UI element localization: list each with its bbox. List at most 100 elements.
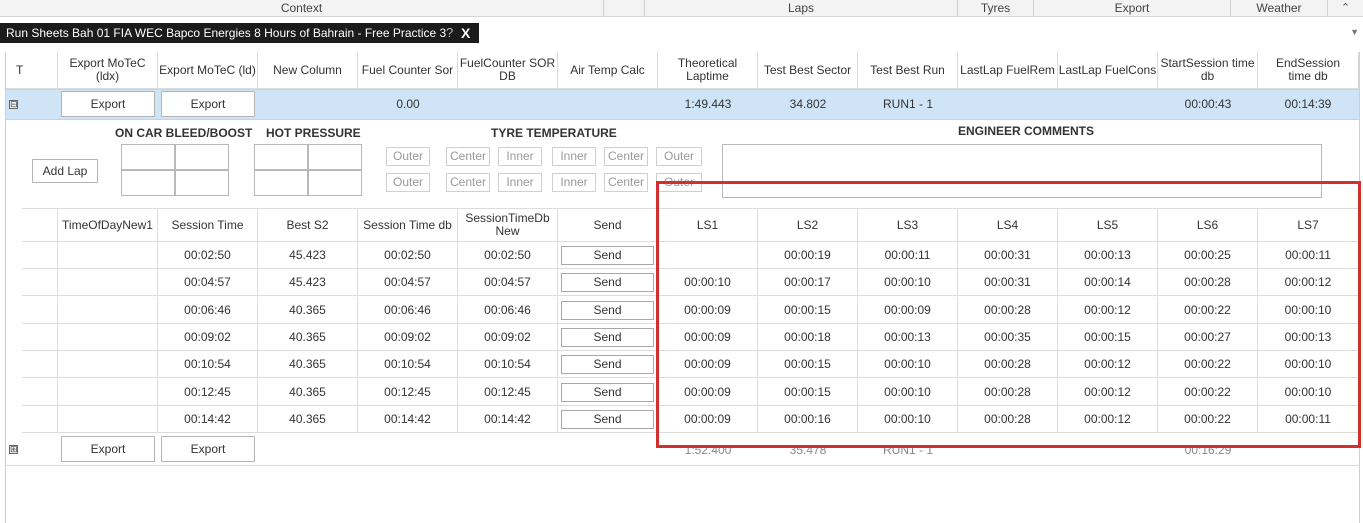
header-ls6[interactable]: LS6 [1158, 208, 1258, 242]
header-send[interactable]: Send [558, 208, 658, 242]
help-icon[interactable]: ? [446, 23, 453, 43]
tyre-outer-4[interactable]: Outer [656, 173, 702, 192]
lap-cell-blank [22, 324, 58, 351]
header-session-time-db-new[interactable]: SessionTimeDbNew [458, 208, 558, 242]
tyre-center-1[interactable]: Center [446, 147, 490, 166]
lap-time-of-day [58, 406, 158, 433]
lap-best-s2: 40.365 [258, 351, 358, 378]
run2-test-best-sector: 35.478 [789, 443, 827, 457]
lap-cell-blank [22, 379, 58, 406]
header-test-best-sector[interactable]: Test Best Sector [758, 52, 858, 89]
run2-export-ldx-button[interactable]: Export [61, 436, 155, 462]
lap-ls6: 00:00:22 [1158, 406, 1258, 433]
tyre-inner-1[interactable]: Inner [498, 147, 542, 166]
bleed-input-4[interactable] [175, 170, 229, 196]
lap-ls1: 00:00:09 [658, 379, 758, 406]
run2-export-ld-button[interactable]: Export [161, 436, 255, 462]
header-fuel-counter-sor[interactable]: Fuel Counter Sor [358, 52, 458, 89]
lap-session-time-db-new: 00:04:57 [458, 269, 558, 296]
header-session-time[interactable]: Session Time [158, 208, 258, 242]
send-button[interactable]: Send [561, 273, 654, 292]
tab-dropdown-icon[interactable]: ▼ [1350, 27, 1359, 37]
lap-session-time-db: 00:10:54 [358, 351, 458, 378]
hot-pressure-input-1[interactable] [254, 144, 308, 170]
header-lastlap-fuelcons[interactable]: LastLap FuelCons [1058, 52, 1158, 89]
header-lastlap-fuelrem[interactable]: LastLap FuelRem [958, 52, 1058, 89]
lap-ls5: 00:00:15 [1058, 324, 1158, 351]
hot-pressure-input-4[interactable] [308, 170, 362, 196]
bleed-input-1[interactable] [121, 144, 175, 170]
collapse-icon[interactable]: ⊟ [9, 100, 18, 109]
header-fuelcounter-sor-db[interactable]: FuelCounter SOR DB [458, 52, 558, 89]
category-tyres[interactable]: Tyres [958, 0, 1034, 17]
header-best-s2[interactable]: Best S2 [258, 208, 358, 242]
engineer-comments-field[interactable] [722, 144, 1322, 198]
export-ldx-button[interactable]: Export [61, 91, 155, 117]
tyre-inner-3[interactable]: Inner [498, 173, 542, 192]
header-ls2[interactable]: LS2 [758, 208, 858, 242]
header-new-column[interactable]: New Column [258, 52, 358, 89]
lap-ls7: 00:00:10 [1258, 351, 1359, 378]
hot-pressure-input-2[interactable] [308, 144, 362, 170]
header-session-time-db[interactable]: Session Time db [358, 208, 458, 242]
lap-best-s2: 40.365 [258, 379, 358, 406]
header-endsession-time-db[interactable]: EndSession time db [1258, 52, 1359, 89]
lap-time-of-day [58, 242, 158, 269]
add-lap-button[interactable]: Add Lap [32, 159, 98, 183]
send-button[interactable]: Send [561, 410, 654, 429]
bleed-input-2[interactable] [175, 144, 229, 170]
header-time-of-day[interactable]: TimeOfDayNew1 [58, 208, 158, 242]
header-ls7[interactable]: LS7 [1258, 208, 1359, 242]
tyre-outer-3[interactable]: Outer [386, 173, 430, 192]
send-button[interactable]: Send [561, 246, 654, 265]
send-button[interactable]: Send [561, 383, 654, 402]
header-export-motec-ld[interactable]: Export MoTeC (ld) [158, 52, 258, 89]
send-button[interactable]: Send [561, 301, 654, 320]
export-ld-button[interactable]: Export [161, 91, 255, 117]
lap-ls7: 00:00:11 [1258, 242, 1359, 269]
category-blank[interactable] [604, 0, 645, 17]
header-air-temp-calc[interactable]: Air Temp Calc [558, 52, 658, 89]
tyre-inner-2[interactable]: Inner [552, 147, 596, 166]
tyre-outer-2[interactable]: Outer [656, 147, 702, 166]
category-context[interactable]: Context [0, 0, 604, 17]
header-ls4[interactable]: LS4 [958, 208, 1058, 242]
tyre-inner-4[interactable]: Inner [552, 173, 596, 192]
grid-divider [6, 465, 1359, 466]
tyre-center-3[interactable]: Center [446, 173, 490, 192]
header-t[interactable]: T [6, 52, 58, 89]
lap-best-s2: 40.365 [258, 324, 358, 351]
header-export-motec-ldx[interactable]: Export MoTeC (ldx) [58, 52, 158, 89]
hot-pressure-input-3[interactable] [254, 170, 308, 196]
lap-time-of-day [58, 297, 158, 324]
category-weather[interactable]: Weather [1231, 0, 1328, 17]
lap-cell-blank [22, 351, 58, 378]
header-ls1[interactable]: LS1 [658, 208, 758, 242]
lap-ls2: 00:00:15 [758, 297, 858, 324]
header-startsession-time-db[interactable]: StartSession time db [1158, 52, 1258, 89]
send-button[interactable]: Send [561, 328, 654, 347]
close-icon[interactable]: X [461, 23, 470, 43]
lap-session-time: 00:14:42 [158, 406, 258, 433]
tyre-center-2[interactable]: Center [604, 147, 648, 166]
chevron-up-icon[interactable]: ⌃ [1328, 0, 1363, 17]
tyre-outer-1[interactable]: Outer [386, 147, 430, 166]
category-export[interactable]: Export [1034, 0, 1231, 17]
lap-ls6: 00:00:22 [1158, 379, 1258, 406]
expand-icon[interactable]: ⊞ [9, 445, 18, 454]
lap-ls6: 00:00:25 [1158, 242, 1258, 269]
category-laps[interactable]: Laps [645, 0, 958, 17]
tyre-center-4[interactable]: Center [604, 173, 648, 192]
lap-session-time-db: 00:14:42 [358, 406, 458, 433]
document-tab[interactable]: Run Sheets Bah 01 FIA WEC Bapco Energies… [0, 23, 479, 43]
lap-ls1: 00:00:10 [658, 269, 758, 296]
lap-ls4: 00:00:28 [958, 351, 1058, 378]
header-theoretical-laptime[interactable]: Theoretical Laptime [658, 52, 758, 89]
header-ls3[interactable]: LS3 [858, 208, 958, 242]
bleed-input-3[interactable] [121, 170, 175, 196]
send-button[interactable]: Send [561, 355, 654, 374]
header-ls5[interactable]: LS5 [1058, 208, 1158, 242]
column-category-bar: Context Laps Tyres Export Weather ⌃ [0, 0, 1363, 17]
run1-theoretical-laptime: 1:49.443 [684, 97, 732, 111]
header-test-best-run[interactable]: Test Best Run [858, 52, 958, 89]
